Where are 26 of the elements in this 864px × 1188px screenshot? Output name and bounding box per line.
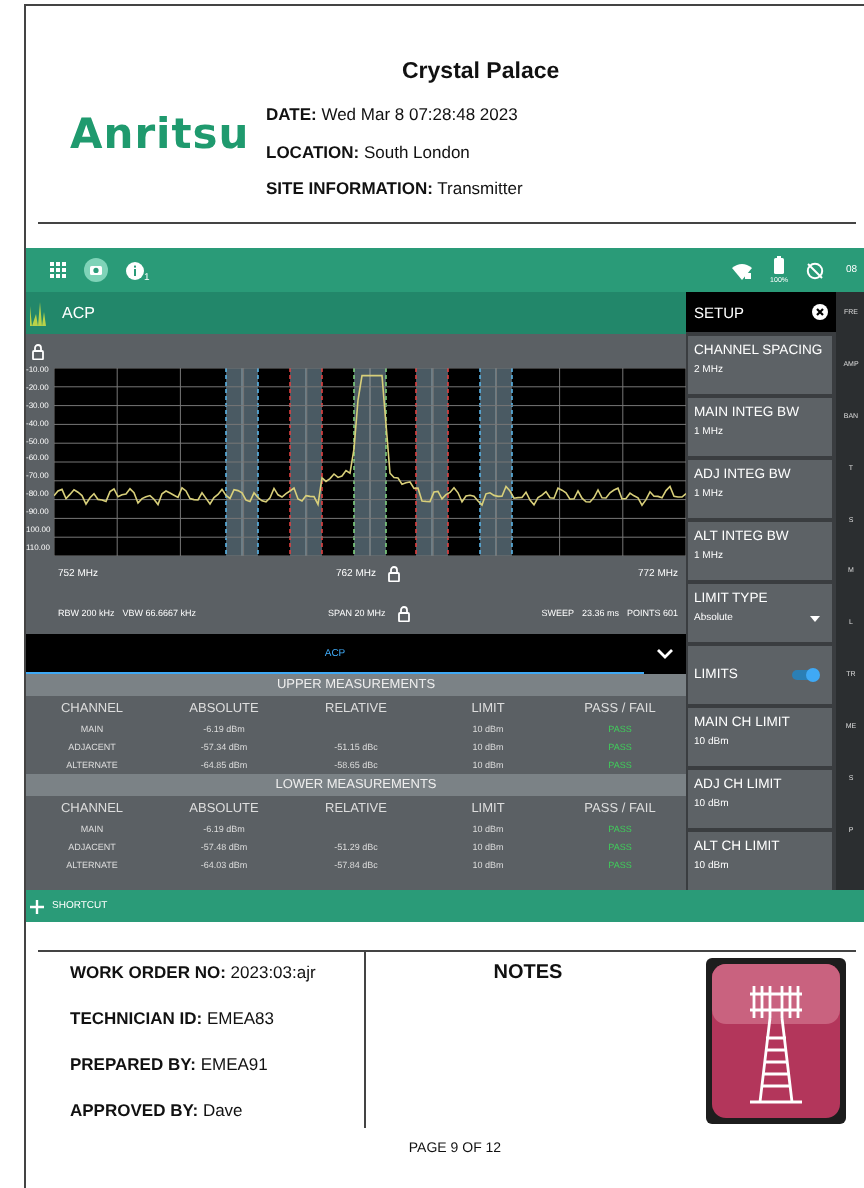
tower-icon (706, 958, 846, 1124)
lock-icon[interactable] (397, 605, 410, 621)
rotation-lock-icon[interactable] (806, 261, 824, 279)
chevron-down-icon[interactable] (656, 648, 674, 660)
caret-icon (810, 615, 820, 621)
camera-icon[interactable] (84, 258, 108, 282)
report-field: PREPARED BY: EMEA91 (70, 1054, 364, 1074)
lock-icon[interactable] (32, 343, 44, 359)
report-field: TECHNICIAN ID: EMEA83 (70, 1008, 364, 1028)
report-field: LOCATION: South London (266, 141, 560, 161)
report-field: DATE: Wed Mar 8 07:28:48 2023 (266, 104, 560, 124)
info-icon[interactable] (126, 261, 144, 279)
wifi-icon (732, 261, 753, 279)
app-title: ACP (62, 304, 95, 322)
battery-icon (774, 256, 785, 274)
notes-heading: NOTES (493, 962, 563, 988)
site-title: Crystal Palace (402, 60, 560, 84)
lock-icon[interactable] (388, 566, 400, 582)
toggle-switch[interactable] (792, 670, 818, 680)
grid-menu-icon[interactable] (50, 262, 66, 278)
report-field: APPROVED BY: Dave (70, 1100, 364, 1120)
brand-logo: Anritsu (68, 108, 252, 162)
plus-icon (30, 899, 44, 913)
report-field: SITE INFORMATION: Transmitter (266, 178, 560, 198)
close-icon[interactable] (812, 304, 828, 320)
report-field: WORK ORDER NO: 2023:03:ajr (70, 962, 364, 982)
